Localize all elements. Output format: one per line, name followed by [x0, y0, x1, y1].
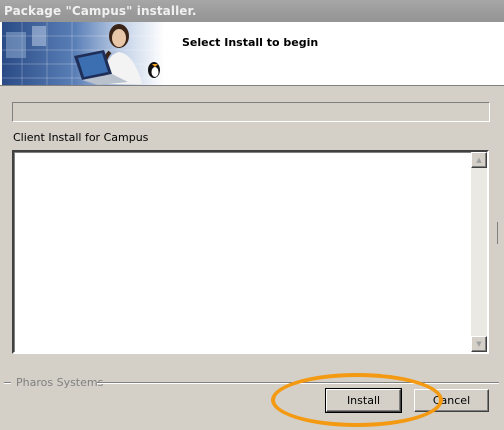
- install-log-textarea[interactable]: ▲ ▼: [12, 150, 489, 354]
- header-panel: Select Install to begin: [0, 22, 504, 86]
- header-title: Select Install to begin: [182, 36, 319, 49]
- install-button[interactable]: Install: [325, 388, 402, 413]
- window-edge: [497, 222, 504, 244]
- footer-divider-left: [4, 382, 11, 384]
- cancel-button[interactable]: Cancel: [414, 389, 489, 412]
- scroll-up-icon[interactable]: ▲: [471, 152, 487, 168]
- install-log-text: [18, 155, 467, 349]
- vertical-scrollbar[interactable]: ▲ ▼: [471, 152, 487, 352]
- scroll-down-icon[interactable]: ▼: [471, 336, 487, 352]
- install-progress-bar: [12, 102, 490, 122]
- brand-label: Pharos Systems: [16, 376, 104, 389]
- banner-image: [2, 22, 164, 85]
- footer-divider-right: [97, 382, 499, 384]
- section-label: Client Install for Campus: [13, 131, 149, 144]
- window-title: Package "Campus" installer.: [0, 0, 504, 22]
